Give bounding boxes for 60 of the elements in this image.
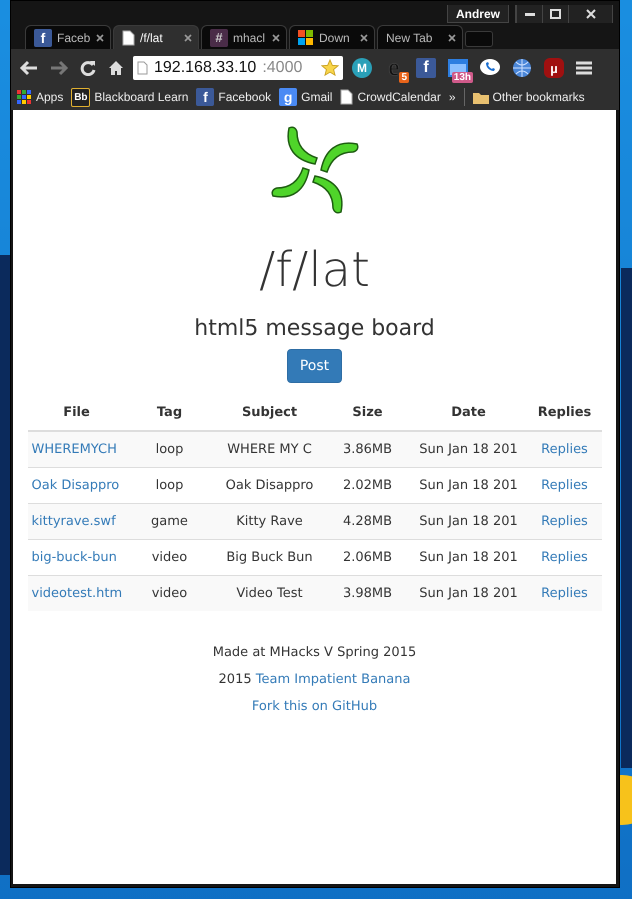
tab-title: mhacl — [233, 30, 266, 44]
site-subtitle: html5 message board — [194, 316, 435, 341]
site-title: /f/lat — [259, 242, 370, 298]
maximize-button[interactable] — [542, 5, 568, 23]
maximize-icon — [550, 9, 561, 19]
footer-text: 2015 — [218, 672, 252, 687]
tab-title: /f/lat — [140, 30, 164, 44]
facebook-icon: f — [34, 28, 52, 46]
google-icon: g — [279, 88, 298, 106]
close-icon[interactable] — [272, 34, 280, 42]
document-icon — [137, 61, 148, 75]
table-cell: 3.98MB — [326, 576, 410, 611]
tab-title: Faceb — [57, 30, 91, 44]
url-port: :4000 — [262, 59, 304, 77]
blackboard-icon: Bb — [71, 88, 90, 106]
browser-tab[interactable]: Down — [289, 25, 375, 49]
browser-tab[interactable]: f Faceb — [25, 25, 111, 49]
replies-link[interactable]: Replies — [528, 576, 602, 611]
minimize-button[interactable] — [516, 5, 542, 23]
document-icon — [122, 30, 135, 46]
url-host: 192.168.33.10 — [154, 59, 256, 77]
footer-text: Made at MHacks V Spring 2015 — [212, 645, 416, 660]
facebook-icon[interactable]: f — [413, 55, 439, 81]
hash-icon: # — [210, 28, 228, 46]
minimize-icon — [524, 12, 534, 16]
folder-icon — [472, 90, 489, 104]
browser-tab[interactable]: /f/lat — [113, 25, 199, 49]
team-link[interactable]: Team Impatient Banana — [256, 672, 410, 687]
bookmark-link[interactable]: f Facebook — [196, 88, 272, 106]
profile-button[interactable]: Andrew — [446, 5, 509, 23]
tab-title: Down — [319, 30, 351, 44]
close-icon[interactable] — [96, 34, 104, 42]
bookmark-folder[interactable]: Other bookmarks — [472, 90, 585, 104]
extension-icon[interactable]: µ — [541, 55, 567, 81]
browser-tab[interactable]: New Tab — [377, 25, 463, 49]
file-link[interactable]: videotest.htm — [28, 576, 126, 611]
address-bar[interactable]: 192.168.33.10 :4000 — [133, 56, 343, 80]
browser-tab[interactable]: # mhacl — [201, 25, 287, 49]
menu-icon[interactable] — [573, 61, 595, 75]
document-icon — [340, 89, 354, 105]
close-icon — [586, 9, 596, 19]
bookmark-link[interactable]: Apps — [17, 90, 64, 104]
github-link[interactable]: Fork this on GitHub — [252, 699, 378, 714]
tab-title: New Tab — [386, 30, 434, 44]
bookmark-link[interactable]: Bb Blackboard Learn — [71, 88, 188, 106]
close-icon[interactable] — [360, 34, 368, 42]
close-button[interactable] — [568, 5, 612, 23]
bookmark-link[interactable]: CrowdCalendar — [340, 89, 441, 105]
table-cell: Sun Jan 18 201 — [410, 576, 528, 611]
facebook-icon: f — [196, 88, 214, 106]
table-cell: video — [126, 576, 214, 611]
close-icon[interactable] — [184, 34, 192, 42]
bookmark-link[interactable]: g Gmail — [279, 88, 332, 106]
star-icon[interactable] — [321, 59, 339, 77]
windows-icon — [298, 30, 314, 46]
table-cell: Video Test — [214, 576, 326, 611]
apps-grid-icon — [17, 90, 32, 104]
close-icon[interactable] — [448, 34, 456, 42]
post-button[interactable]: Post — [286, 349, 342, 383]
more-bookmarks-button[interactable]: » — [448, 90, 456, 104]
